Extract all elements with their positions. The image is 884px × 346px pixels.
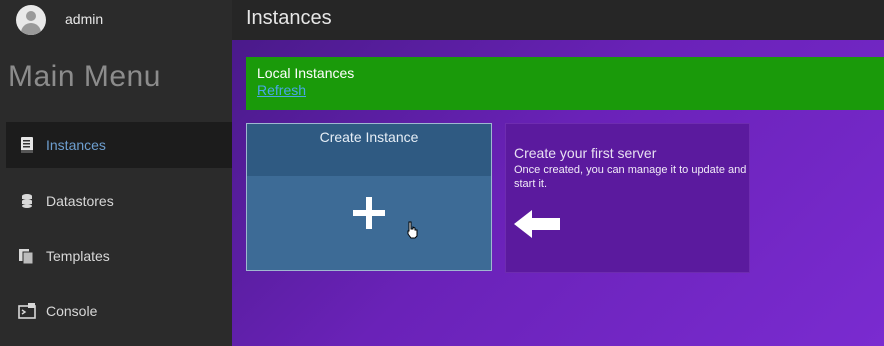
page-title: Instances — [246, 7, 332, 29]
info-card-title: Create your first server — [514, 145, 657, 161]
templates-icon — [19, 249, 34, 265]
create-instance-card[interactable]: Create Instance — [246, 123, 492, 271]
sidebar-item-label: Console — [46, 303, 98, 319]
user-avatar-icon[interactable] — [16, 5, 46, 35]
document-icon — [21, 137, 33, 153]
first-server-info-card: Create your first server Once created, y… — [505, 123, 750, 273]
main-content: Local Instances Refresh Create Instance … — [232, 40, 884, 346]
info-card-description: Once created, you can manage it to updat… — [514, 164, 747, 190]
sidebar-item-console[interactable]: Console — [6, 288, 232, 334]
database-icon — [22, 194, 32, 208]
plus-icon[interactable] — [353, 197, 385, 229]
banner-title: Local Instances — [257, 65, 355, 81]
create-instance-title: Create Instance — [319, 129, 419, 145]
username-label: admin — [65, 11, 104, 27]
create-instance-header: Create Instance — [247, 124, 491, 176]
sidebar-item-datastores[interactable]: Datastores — [6, 178, 232, 224]
header-bar: Instances — [232, 0, 884, 40]
sidebar: admin Main Menu Instances Datastores Tem… — [0, 0, 232, 346]
app-window: admin Main Menu Instances Datastores Tem… — [0, 0, 884, 346]
arrow-left-icon — [514, 210, 560, 238]
sidebar-item-label: Instances — [46, 137, 106, 153]
console-icon — [18, 303, 36, 319]
sidebar-item-templates[interactable]: Templates — [6, 233, 232, 279]
sidebar-item-label: Datastores — [46, 193, 114, 209]
sidebar-item-label: Templates — [46, 248, 110, 264]
sidebar-item-instances[interactable]: Instances — [6, 122, 232, 168]
mouse-cursor-icon — [407, 221, 418, 239]
refresh-link[interactable]: Refresh — [257, 82, 306, 98]
user-profile[interactable]: admin — [0, 0, 232, 40]
local-instances-banner: Local Instances Refresh — [246, 57, 884, 110]
main-menu-title: Main Menu — [8, 60, 161, 93]
